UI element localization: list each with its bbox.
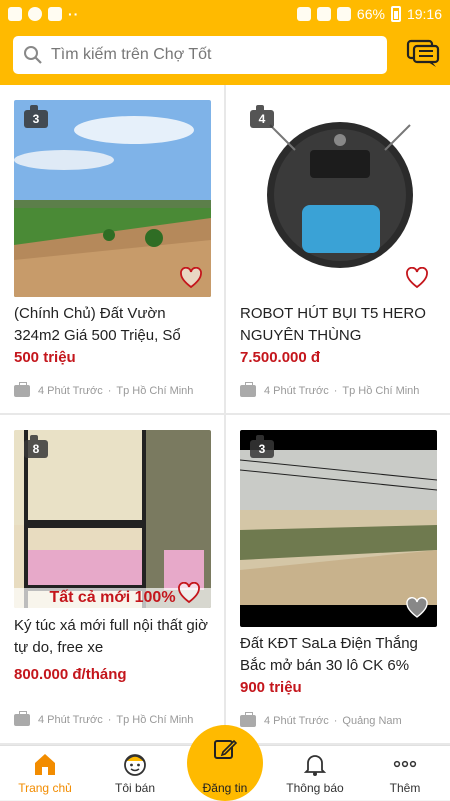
- battery-percent: 66%: [356, 6, 385, 22]
- listing-meta: 4 Phút Trước · Tp Hồ Chí Minh: [14, 382, 194, 397]
- tab-my-listings[interactable]: Tôi bán: [90, 746, 180, 800]
- video-notification-icon: [8, 7, 22, 21]
- listing-price: 500 triệu: [14, 349, 76, 366]
- chat-icon[interactable]: [406, 38, 440, 68]
- photo-count-badge: 3: [24, 105, 48, 128]
- tab-post-listing[interactable]: Đăng tin: [180, 725, 270, 801]
- tab-label: Trang chủ: [18, 781, 72, 795]
- listing-card[interactable]: 3 (Chính Chủ) Đất Vườn 324m2 Giá 500 Tri…: [0, 85, 224, 413]
- more-notifications-icon: ··: [68, 6, 80, 22]
- listing-title: ROBOT HÚT BỤI T5 HERO NGUYÊN THÙNG: [240, 305, 426, 344]
- cast-icon: [296, 7, 311, 21]
- meta-separator: ·: [333, 715, 338, 727]
- favorite-heart-icon[interactable]: [405, 597, 429, 619]
- listing-price: 800.000 đ/tháng: [14, 666, 127, 683]
- listing-photo: 3: [14, 100, 211, 297]
- listing-title: Ký túc xá mới full nội thất giờ tự do, f…: [14, 617, 208, 656]
- listing-time: 4 Phút Trước: [264, 385, 329, 397]
- search-bar[interactable]: Tìm kiếm trên Chợ Tốt: [13, 36, 387, 74]
- listing-meta: 4 Phút Trước · Tp Hồ Chí Minh: [14, 711, 194, 726]
- photo-count-badge: 8: [24, 435, 48, 458]
- listing-location: Tp Hồ Chí Minh: [116, 385, 194, 397]
- tab-more[interactable]: Thêm: [360, 746, 450, 800]
- listing-card[interactable]: 8 Tất cả mới 100% Ký túc xá mới full nội…: [0, 415, 224, 743]
- facebook-notification-icon: [28, 7, 42, 21]
- listing-time: 4 Phút Trước: [38, 714, 103, 726]
- status-bar: ·· 66% 19:16: [0, 0, 450, 28]
- seller-bag-icon: [240, 712, 256, 727]
- listing-meta: 4 Phút Trước · Tp Hồ Chí Minh: [240, 382, 420, 397]
- listing-photo: 3: [240, 430, 437, 627]
- listing-time: 4 Phút Trước: [38, 385, 103, 397]
- favorite-heart-icon[interactable]: [179, 267, 203, 289]
- meta-separator: ·: [107, 385, 112, 397]
- photo-count-badge: 4: [250, 105, 274, 128]
- meta-separator: ·: [333, 385, 338, 397]
- bottom-tab-bar: Trang chủ Tôi bán Đăng tin Thông báo Thê…: [0, 725, 450, 801]
- listing-photo: 8 Tất cả mới 100%: [14, 430, 211, 608]
- twitter-notification-icon: [48, 7, 62, 21]
- listing-location: Tp Hồ Chí Minh: [116, 714, 194, 726]
- listing-meta: 4 Phút Trước · Quảng Nam: [240, 712, 402, 727]
- more-icon: [393, 760, 417, 768]
- listing-grid: 3 (Chính Chủ) Đất Vườn 324m2 Giá 500 Tri…: [0, 85, 450, 745]
- listing-title: Đất KĐT SaLa Điện Thắng Bắc mở bán 30 lô…: [240, 635, 418, 674]
- favorite-heart-icon[interactable]: [405, 267, 429, 289]
- tab-label: Đăng tin: [202, 781, 248, 795]
- listing-photo: 4: [240, 100, 437, 297]
- tab-home[interactable]: Trang chủ: [0, 746, 90, 800]
- home-icon: [35, 754, 55, 775]
- listing-card[interactable]: 3 Đất KĐT SaLa Điện Thắng Bắc mở bán 30 …: [226, 415, 450, 743]
- listing-price: 900 triệu: [240, 679, 302, 696]
- clock: 19:16: [406, 6, 442, 22]
- seller-bag-icon: [240, 382, 256, 397]
- tab-notifications[interactable]: Thông báo: [270, 746, 360, 800]
- tab-label: Tôi bán: [114, 781, 156, 795]
- wifi-icon: [316, 7, 331, 21]
- battery-icon: [390, 6, 401, 22]
- app-header: Tìm kiếm trên Chợ Tốt: [0, 28, 450, 85]
- seller-bag-icon: [14, 382, 30, 397]
- listing-price: 7.500.000 đ: [240, 349, 321, 366]
- meta-separator: ·: [107, 714, 112, 726]
- listing-time: 4 Phút Trước: [264, 715, 329, 727]
- photo-count-badge: 3: [250, 435, 274, 458]
- seller-face-icon: [124, 754, 146, 776]
- post-edit-icon: [214, 739, 238, 759]
- tab-label: Thêm: [389, 781, 421, 795]
- bell-icon: [303, 755, 327, 776]
- search-placeholder: Tìm kiếm trên Chợ Tốt: [51, 46, 212, 63]
- listing-title: (Chính Chủ) Đất Vườn 324m2 Giá 500 Triệu…: [14, 305, 181, 344]
- listing-location: Quảng Nam: [342, 715, 402, 727]
- seller-bag-icon: [14, 711, 30, 726]
- signal-icon: [336, 7, 351, 21]
- search-icon: [24, 46, 42, 64]
- listing-location: Tp Hồ Chí Minh: [342, 385, 420, 397]
- tab-label: Thông báo: [286, 781, 344, 795]
- listing-card[interactable]: 4 ROBOT HÚT BỤI T5 HERO NGUYÊN THÙNG 7.5…: [226, 85, 450, 413]
- favorite-heart-icon[interactable]: [177, 582, 201, 604]
